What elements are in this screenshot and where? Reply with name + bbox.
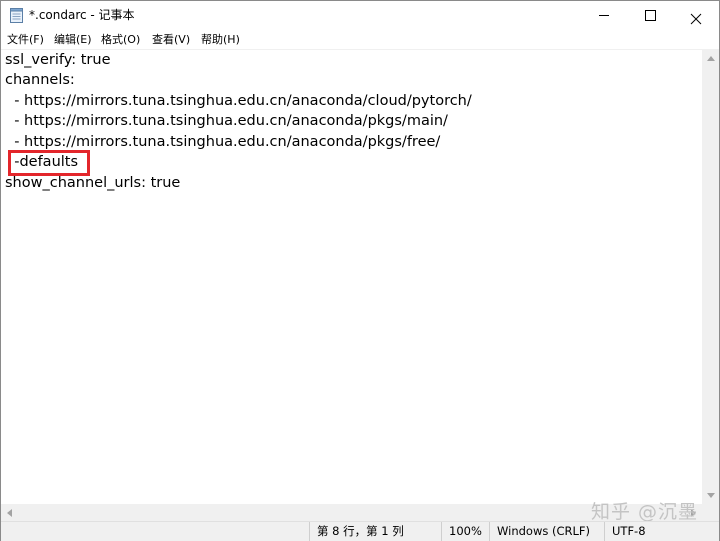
- title-bar[interactable]: *.condarc - 记事本: [1, 1, 719, 30]
- scroll-corner: [702, 504, 719, 521]
- editor-line: - https://mirrors.tuna.tsinghua.edu.cn/a…: [5, 113, 448, 129]
- scroll-left-icon[interactable]: [1, 504, 18, 521]
- status-zoom: 100%: [441, 522, 482, 541]
- status-bar: 第 8 行，第 1 列 100% Windows (CRLF) UTF-8: [1, 521, 719, 541]
- text-editor[interactable]: ssl_verify: true channels: - https://mir…: [1, 50, 702, 504]
- vertical-scrollbar[interactable]: [702, 50, 719, 504]
- editor-line: - https://mirrors.tuna.tsinghua.edu.cn/a…: [5, 93, 472, 109]
- menu-help[interactable]: 帮助(H): [200, 32, 241, 47]
- status-line-ending: Windows (CRLF): [489, 522, 590, 541]
- menu-view[interactable]: 查看(V): [151, 32, 191, 47]
- close-icon: [690, 10, 702, 24]
- notepad-window: *.condarc - 记事本 文件(F) 编辑(E) 格式(O) 查看(V) …: [0, 0, 720, 541]
- watermark: 知乎 @沉墨: [591, 501, 699, 523]
- highlight-annotation: [8, 150, 90, 176]
- status-cursor-position: 第 8 行，第 1 列: [309, 522, 404, 541]
- minimize-button[interactable]: [581, 1, 627, 30]
- scroll-up-icon[interactable]: [702, 50, 719, 67]
- editor-line: - https://mirrors.tuna.tsinghua.edu.cn/a…: [5, 134, 441, 150]
- menu-bar: 文件(F) 编辑(E) 格式(O) 查看(V) 帮助(H): [1, 30, 719, 49]
- editor-line: show_channel_urls: true: [5, 175, 181, 191]
- close-button[interactable]: [673, 1, 719, 30]
- window-title: *.condarc - 记事本: [29, 8, 135, 22]
- menu-format[interactable]: 格式(O): [100, 32, 141, 47]
- menu-file[interactable]: 文件(F): [6, 32, 45, 47]
- minimize-icon: [599, 15, 609, 16]
- status-encoding: UTF-8: [604, 522, 646, 541]
- scroll-down-icon[interactable]: [702, 487, 719, 504]
- editor-line: ssl_verify: true: [5, 52, 111, 68]
- editor-line: channels:: [5, 72, 75, 88]
- notepad-icon: [10, 8, 23, 23]
- maximize-button[interactable]: [627, 1, 673, 30]
- maximize-icon: [644, 10, 656, 21]
- menu-edit[interactable]: 编辑(E): [53, 32, 93, 47]
